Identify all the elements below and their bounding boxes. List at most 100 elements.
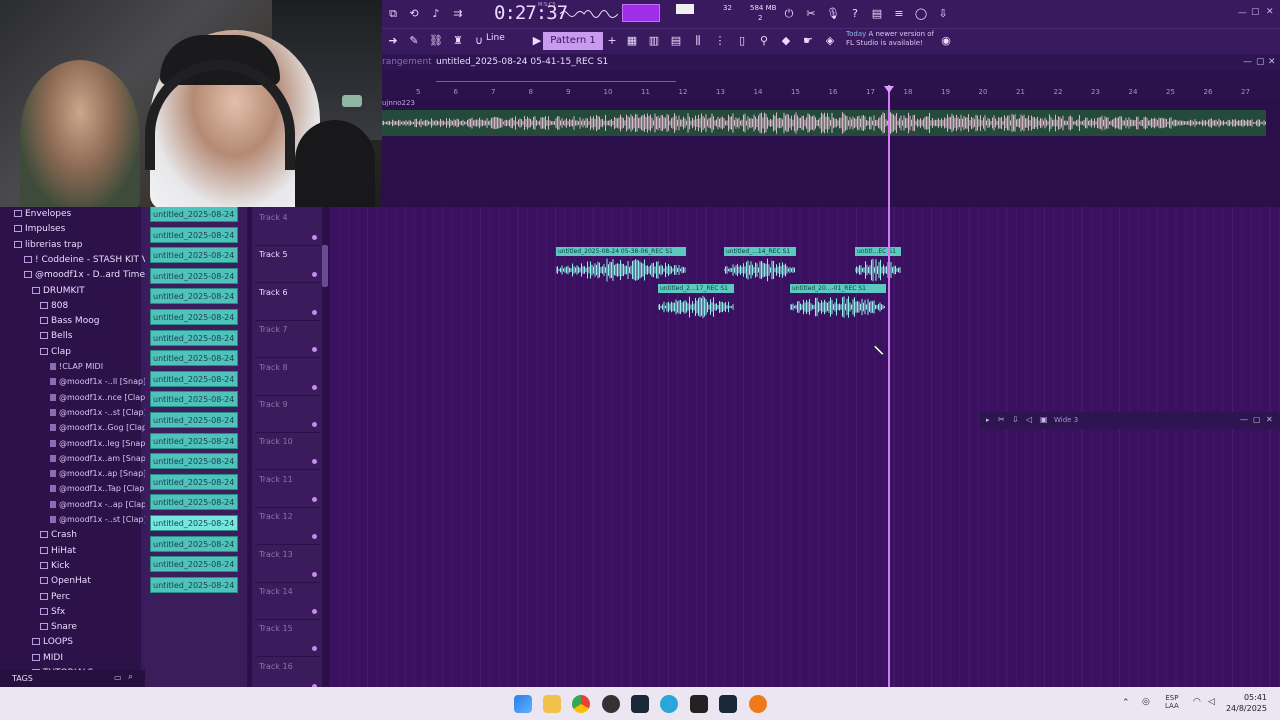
- track-mute-dot[interactable]: [312, 309, 317, 315]
- save-icon[interactable]: ▤: [868, 5, 886, 23]
- browser-folder[interactable]: Clap: [40, 347, 71, 357]
- mini-window-label[interactable]: Wide 3: [1054, 416, 1078, 424]
- track-mute-dot[interactable]: [312, 347, 317, 353]
- file-explorer-icon[interactable]: [543, 695, 561, 713]
- edge-icon[interactable]: [660, 695, 678, 713]
- arrangement-label[interactable]: rangement: [382, 57, 432, 67]
- track-header[interactable]: Track 9: [255, 396, 320, 433]
- mini-box-icon[interactable]: ▣: [1040, 415, 1048, 424]
- track-header[interactable]: Track 8: [255, 359, 320, 396]
- browser-file[interactable]: @moodf1x..ap [Snap]: [50, 469, 146, 478]
- track-header[interactable]: Track 4: [255, 209, 320, 246]
- picker-clip[interactable]: untitled_2025-08-24 05-: [150, 432, 238, 449]
- tray-location-icon[interactable]: ◎: [1142, 697, 1150, 707]
- capcut-icon[interactable]: [690, 695, 708, 713]
- track-mute-dot[interactable]: [312, 384, 317, 390]
- tray-chevron-icon[interactable]: ⌃: [1122, 698, 1130, 708]
- edison-icon[interactable]: ◆: [777, 32, 795, 50]
- mini-download-icon[interactable]: ⇩: [1012, 415, 1019, 424]
- windows-start-icon[interactable]: [514, 695, 532, 713]
- track-header[interactable]: Track 15: [255, 620, 320, 658]
- wifi-icon[interactable]: ◠: [1193, 697, 1201, 707]
- mini-speaker-icon[interactable]: ◁: [1026, 415, 1032, 424]
- obs-icon[interactable]: [602, 695, 620, 713]
- browser-file[interactable]: @moodf1x..Tap [Clap]: [50, 484, 148, 493]
- stamp-icon[interactable]: ♜: [449, 32, 467, 50]
- track-mute-dot[interactable]: [312, 534, 317, 540]
- mic-icon[interactable]: 🎙: [824, 5, 842, 23]
- picker-clip[interactable]: untitled_2025-08-24 05-: [150, 350, 238, 367]
- minimize-icon[interactable]: —: [1238, 8, 1247, 18]
- track-mute-dot[interactable]: [312, 646, 317, 652]
- picker-clip[interactable]: untitled_2025-08-24 05-: [150, 473, 238, 490]
- track-mute-dot[interactable]: [312, 496, 317, 502]
- playlist-icon[interactable]: ▦: [623, 32, 641, 50]
- arrow-right-icon[interactable]: ➜: [384, 32, 402, 50]
- browser-folder[interactable]: 808: [40, 301, 68, 311]
- pattern-selector[interactable]: Pattern 1: [543, 32, 603, 50]
- picker-clip[interactable]: untitled_2025-08-24 05-: [150, 370, 238, 387]
- audio-clip[interactable]: untitled_2...17_REC S1: [658, 284, 734, 321]
- pattern-song-mode-icon[interactable]: ⧉: [384, 5, 402, 23]
- wait-input-icon[interactable]: ⇉: [449, 5, 467, 23]
- audio-clip[interactable]: untitled_2025-08-24 05-38-06_REC S1: [556, 247, 686, 284]
- browser-file[interactable]: @moodf1x..am [Snap]: [50, 454, 149, 463]
- audio-clip[interactable]: untitl...EC S1: [855, 247, 901, 284]
- plugin-icon[interactable]: ⚲: [755, 32, 773, 50]
- picker-clip[interactable]: untitled_2025-08-24 05-: [150, 288, 238, 305]
- track-mute-dot[interactable]: [312, 422, 317, 427]
- browser-folder[interactable]: Sfx: [40, 607, 65, 617]
- playhead[interactable]: [888, 85, 890, 687]
- audio-clip[interactable]: untitled_20...-01_REC S1: [790, 284, 886, 321]
- mixer-icon[interactable]: ≡: [890, 5, 908, 23]
- browser-file[interactable]: @moodf1x..nce [Clap]: [50, 393, 148, 402]
- tags-label[interactable]: TAGS: [12, 674, 33, 683]
- close-icon[interactable]: ✕: [1266, 7, 1274, 17]
- touch-icon[interactable]: ☛: [799, 32, 817, 50]
- track-header[interactable]: Track 13: [255, 546, 320, 583]
- metronome-icon[interactable]: ♪: [427, 5, 445, 23]
- track-header[interactable]: Track 7: [255, 321, 320, 359]
- snap-selector[interactable]: Line: [486, 33, 505, 43]
- playlist-minimize-icon[interactable]: —: [1243, 57, 1252, 67]
- volume-icon[interactable]: ◁: [1208, 697, 1215, 707]
- steam-alt-icon[interactable]: [719, 695, 737, 713]
- browser-folder[interactable]: HiHat: [40, 546, 76, 556]
- record-pattern-icon[interactable]: ⟲: [405, 5, 423, 23]
- audio-clip[interactable]: untitled_...14_REC S1: [724, 247, 796, 284]
- browser-folder[interactable]: Bells: [40, 331, 72, 341]
- news-globe-icon[interactable]: ◉: [937, 32, 955, 50]
- track-scrollbar[interactable]: [322, 245, 328, 287]
- master-volume-meter[interactable]: [622, 4, 660, 22]
- power-icon[interactable]: ⏻: [780, 5, 798, 23]
- picker-clip[interactable]: untitled_2025-08-24 05-: [150, 391, 238, 408]
- track-mute-dot[interactable]: [312, 609, 317, 614]
- browser-folder[interactable]: Envelopes: [14, 209, 71, 219]
- picker-clip[interactable]: untitled_2025-08-24 05-: [150, 556, 238, 573]
- search-icon[interactable]: ⌕: [128, 672, 133, 682]
- system-clock[interactable]: 05:41 24/8/2025: [1225, 692, 1267, 714]
- browser-folder[interactable]: Perc: [40, 592, 70, 602]
- browser-folder[interactable]: Crash: [40, 530, 77, 540]
- picker-clip[interactable]: untitled_2025-08-24 05-: [150, 576, 238, 593]
- browser-folder[interactable]: DRUMKIT: [32, 286, 85, 296]
- link-icon[interactable]: ⛓: [427, 32, 445, 50]
- picker-clip[interactable]: untitled_2025-08-24 05-: [150, 267, 238, 284]
- browser-file[interactable]: @moodf1x -..ap [Clap]: [50, 500, 149, 509]
- mini-minimize-icon[interactable]: —: [1240, 415, 1248, 424]
- track-header[interactable]: Track 14: [255, 583, 320, 620]
- mini-maximize-icon[interactable]: ▢: [1253, 415, 1261, 424]
- piano-roll-icon[interactable]: ▤: [667, 32, 685, 50]
- picker-clip[interactable]: untitled_2025-08-24 05-: [150, 226, 238, 243]
- chrome-icon[interactable]: [572, 695, 590, 713]
- browser-folder[interactable]: Snare: [40, 622, 77, 632]
- browser-folder[interactable]: librerias trap: [14, 240, 82, 250]
- chat-icon[interactable]: ◯: [912, 5, 930, 23]
- basket-icon[interactable]: ◈: [821, 32, 839, 50]
- browser-folder[interactable]: Bass Moog: [40, 316, 99, 326]
- picker-clip[interactable]: untitled_2025-08-24 05-: [150, 309, 238, 325]
- picker-clip[interactable]: untitled_2025-08-24 05-: [150, 515, 238, 531]
- playlist-close-icon[interactable]: ✕: [1268, 57, 1276, 67]
- track-mute-dot[interactable]: [312, 272, 317, 278]
- track-header[interactable]: Track 5: [255, 246, 320, 284]
